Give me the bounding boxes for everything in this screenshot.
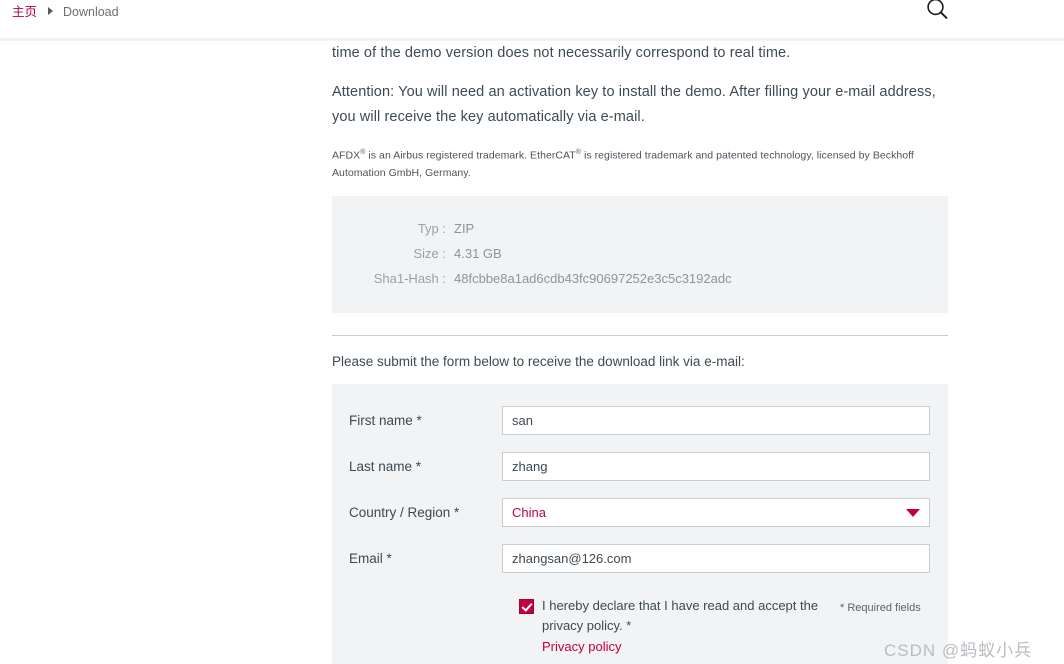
privacy-consent-checkbox[interactable]: [519, 598, 534, 614]
email-label: Email *: [349, 551, 392, 566]
trademark-notice: AFDX® is an Airbus registered trademark.…: [332, 144, 948, 182]
file-info-row: Typ : ZIP: [332, 216, 948, 241]
form-prompt: Please submit the form below to receive …: [332, 353, 745, 369]
breadcrumb: 主页 Download: [12, 4, 119, 20]
email-field-wrap: [502, 544, 930, 573]
breadcrumb-home-link[interactable]: 主页: [12, 5, 37, 19]
first-name-label: First name *: [349, 413, 422, 428]
last-name-field-wrap: [502, 452, 930, 481]
email-input[interactable]: [502, 544, 930, 573]
file-info-value: 48fcbbe8a1ad6cdb43fc90697252e3c5c3192adc: [454, 270, 732, 286]
privacy-consent-text-block: I hereby declare that I have read and ac…: [542, 596, 832, 657]
privacy-policy-link[interactable]: Privacy policy: [542, 637, 832, 657]
form-row-country: Country / Region * China: [332, 490, 948, 536]
file-info-panel: Typ : ZIP Size : 4.31 GB Sha1-Hash : 48f…: [332, 195, 948, 313]
first-name-field-wrap: [502, 406, 930, 435]
country-region-selected-value: China: [512, 505, 546, 520]
page-root: 主页 Download time of the demo version doe…: [0, 0, 1064, 664]
country-region-select[interactable]: China: [502, 498, 930, 527]
last-name-input[interactable]: [502, 452, 930, 481]
file-info-value: ZIP: [454, 220, 475, 236]
file-info-row: Size : 4.31 GB: [332, 241, 948, 266]
file-info-value: 4.31 GB: [454, 245, 502, 261]
main-content: time of the demo version does not necess…: [332, 41, 948, 664]
first-name-input[interactable]: [502, 406, 930, 435]
privacy-consent-row: I hereby declare that I have read and ac…: [332, 596, 948, 657]
country-region-label: Country / Region *: [349, 505, 460, 520]
file-info-label: Size :: [413, 245, 446, 261]
form-row-email: Email *: [332, 536, 948, 582]
trademark-text-2: is an Airbus registered trademark. Ether…: [365, 149, 576, 162]
breadcrumb-separator-icon: [47, 7, 53, 15]
last-name-label: Last name *: [349, 459, 422, 474]
attention-paragraph: Attention: You will need an activation k…: [332, 84, 936, 125]
breadcrumb-current: Download: [62, 5, 119, 19]
watermark: CSDN @蚂蚁小兵: [884, 641, 1033, 660]
form-row-first-name: First name *: [332, 398, 948, 444]
country-field-wrap: China: [502, 498, 930, 527]
file-info-label: Typ :: [417, 220, 446, 236]
privacy-consent-label: I hereby declare that I have read and ac…: [542, 597, 819, 633]
file-info-row: Sha1-Hash : 48fcbbe8a1ad6cdb43fc90697252…: [332, 266, 948, 291]
page-header: 主页 Download: [0, 0, 1064, 41]
trademark-text-1: AFDX: [332, 149, 361, 162]
download-request-form: First name * Last name * Country / Regio…: [332, 383, 948, 664]
form-row-last-name: Last name *: [332, 444, 948, 490]
search-icon[interactable]: [920, 0, 954, 24]
intro-paragraph-continued: time of the demo version does not necess…: [332, 45, 791, 61]
file-info-label: Sha1-Hash :: [373, 270, 446, 286]
section-divider: [332, 334, 948, 336]
chevron-down-icon: [906, 508, 920, 517]
